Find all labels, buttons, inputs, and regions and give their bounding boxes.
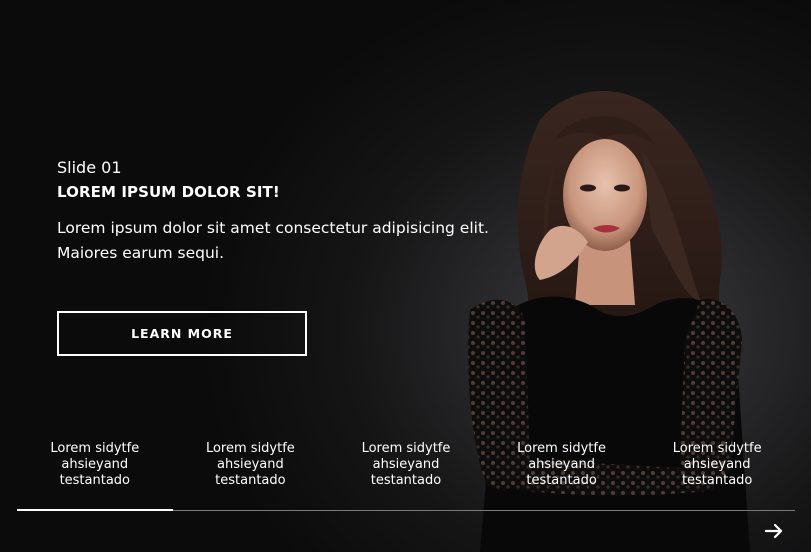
tab-text-line: ahsieyand — [528, 457, 595, 472]
tab-text-line: ahsieyand — [372, 457, 440, 472]
slide-tab-3[interactable]: Lorem sidytfe ahsieyand testantado — [328, 441, 484, 489]
tab-text-line: Lorem sidytfe — [517, 441, 606, 456]
tab-text-line: testantado — [215, 473, 286, 488]
learn-more-button[interactable]: LEARN MORE — [57, 311, 307, 356]
tab-text-line: testantado — [59, 473, 131, 488]
tab-text-line: ahsieyand — [61, 457, 129, 472]
tab-text-line: ahsieyand — [217, 457, 284, 472]
tab-text-line: testantado — [526, 473, 597, 488]
tab-text-line: testantado — [370, 473, 442, 488]
tab-text-line: Lorem sidytfe — [205, 441, 295, 456]
slide-tab-5[interactable]: Lorem sidytfe ahsieyand testantado — [639, 441, 795, 489]
slide-tab-1[interactable]: Lorem sidytfe ahsieyand testantado — [17, 441, 173, 489]
hero-slider: Slide 01 LOREM IPSUM DOLOR SIT! Lorem ip… — [0, 0, 811, 552]
slide-label: Slide 01 — [57, 158, 122, 177]
tab-text-line: Lorem sidytfe — [672, 441, 762, 456]
slide-tabs: Lorem sidytfe ahsieyand testantado Lorem… — [17, 441, 795, 489]
arrow-right-icon[interactable] — [764, 522, 784, 540]
slide-description: Lorem ipsum dolor sit amet consectetur a… — [57, 216, 527, 266]
slide-tab-4[interactable]: Lorem sidytfe ahsieyand testantado — [484, 441, 640, 489]
slide-title: LOREM IPSUM DOLOR SIT! — [57, 183, 280, 201]
tab-text-line: Lorem sidytfe — [50, 441, 140, 456]
tab-text-line: testantado — [681, 473, 753, 488]
tab-text-line: ahsieyand — [683, 457, 751, 472]
slide-tab-2[interactable]: Lorem sidytfe ahsieyand testantado — [173, 441, 329, 489]
tab-text-line: Lorem sidytfe — [361, 441, 451, 456]
slide-description-line: Lorem ipsum dolor sit amet consectetur a… — [57, 219, 489, 237]
slide-description-line: Maiores earum sequi. — [57, 244, 224, 262]
progress-indicator — [17, 509, 173, 511]
